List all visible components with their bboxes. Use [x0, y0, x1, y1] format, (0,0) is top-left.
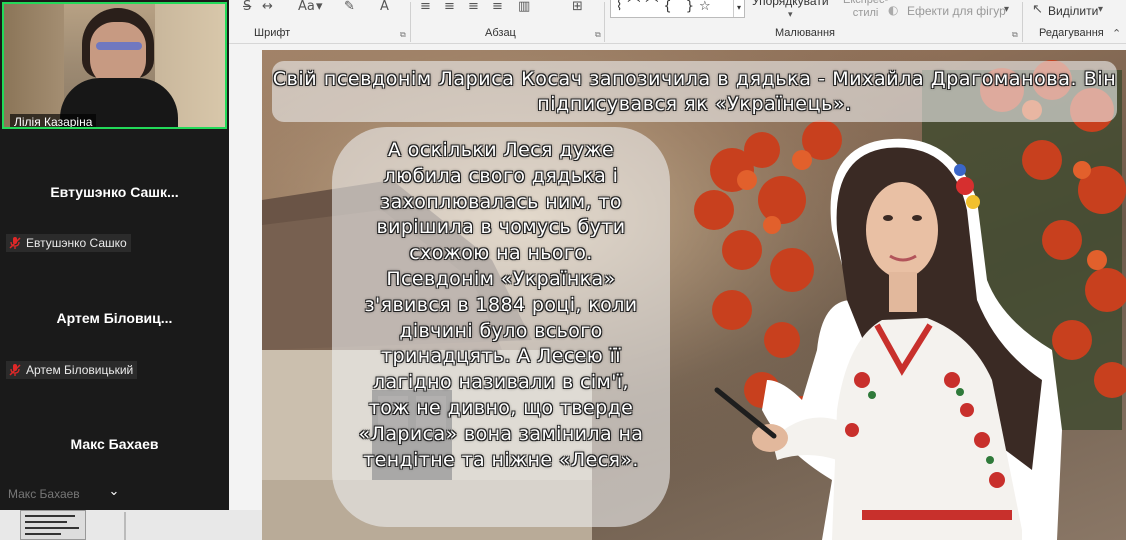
drawing-dialog-launcher-icon[interactable]: ⧉ [1012, 30, 1018, 40]
strikethrough-button[interactable]: S̶ [243, 0, 251, 14]
chevron-down-icon[interactable]: ▾ [1098, 3, 1103, 17]
arrange-button[interactable]: Упорядкувати [752, 0, 829, 8]
participants-panel: Лілія Казаріна Евтушэнко Сашк... Евтушэн… [0, 0, 229, 510]
chevron-down-icon[interactable]: ▾ [316, 0, 323, 14]
font-dialog-launcher-icon[interactable]: ⧉ [400, 30, 406, 40]
shapes-gallery-glyphs: ⌇⌒⌒{ }☆ [616, 0, 716, 14]
shape-effects-button[interactable]: Ефекти для фігур [907, 4, 1006, 18]
thumbnail-scrollbar[interactable] [124, 512, 126, 540]
participant-label-text: Евтушэнко Сашко [26, 236, 127, 250]
slide-canvas[interactable]: Свій псевдонім Лариса Косач запозичила в… [262, 50, 1126, 540]
gallery-more-icon[interactable]: ▾ [733, 0, 744, 17]
highlight-color-icon[interactable]: ✎ [344, 0, 355, 14]
mic-muted-icon [9, 364, 21, 376]
paragraph-dialog-launcher-icon[interactable]: ⧉ [595, 30, 601, 40]
participant-video-tile[interactable]: Лілія Казаріна [2, 2, 227, 129]
participant-label: Артем Біловицький [6, 361, 138, 379]
align-left-icon[interactable]: ≡ [420, 0, 431, 14]
smartart-convert-icon[interactable]: ⊞ [572, 0, 583, 14]
ribbon-divider [604, 2, 605, 42]
columns-icon[interactable]: ▥ [518, 0, 530, 14]
group-label-paragraph: Абзац [485, 27, 516, 39]
participant-tile-name[interactable]: Артем Біловиц... [0, 310, 229, 326]
participant-label-text: Артем Біловицький [26, 363, 134, 377]
ribbon-divider [410, 2, 411, 42]
shapes-gallery[interactable]: ⌇⌒⌒{ }☆ ▾ [610, 0, 745, 18]
font-case-button[interactable]: Aa [298, 0, 315, 14]
align-right-icon[interactable]: ≡ [468, 0, 479, 14]
quick-styles-button[interactable]: Експрес- стилі [843, 0, 888, 20]
participant-tile-name[interactable]: Евтушэнко Сашк... [0, 184, 229, 200]
slide-title[interactable]: Свій псевдонім Лариса Косач запозичила в… [272, 67, 1117, 117]
slide-thumbnail[interactable] [20, 510, 86, 540]
group-label-editing: Редагування [1039, 27, 1104, 39]
justify-icon[interactable]: ≡ [492, 0, 503, 14]
slide-body-text[interactable]: А оскільки Леся дуже любила свого дядька… [354, 138, 648, 473]
font-color-button[interactable]: A [380, 0, 389, 14]
cursor-arrow-icon: ↖ [1032, 2, 1043, 17]
group-label-font: Шрифт [254, 27, 291, 39]
participant-label-text: Макс Бахаев [8, 487, 80, 501]
mic-muted-icon [9, 237, 21, 249]
participant-tile-name[interactable]: Макс Бахаев [0, 436, 229, 452]
char-spacing-button[interactable]: ↔ [262, 0, 273, 14]
chevron-down-icon[interactable]: ⌄ [104, 482, 124, 502]
select-button[interactable]: Виділити [1048, 4, 1098, 18]
chevron-down-icon[interactable]: ▾ [788, 8, 793, 22]
ribbon-divider [1022, 2, 1023, 42]
chevron-down-icon[interactable]: ▾ [1004, 3, 1009, 17]
align-center-icon[interactable]: ≡ [444, 0, 455, 14]
collapse-ribbon-icon[interactable]: ⌃ [1112, 27, 1121, 41]
participant-label: Евтушэнко Сашко [6, 234, 131, 252]
group-label-drawing: Малювання [775, 27, 836, 39]
participant-name-label: Лілія Казаріна [10, 114, 97, 127]
shape-effects-icon[interactable]: ◐ [888, 3, 898, 17]
